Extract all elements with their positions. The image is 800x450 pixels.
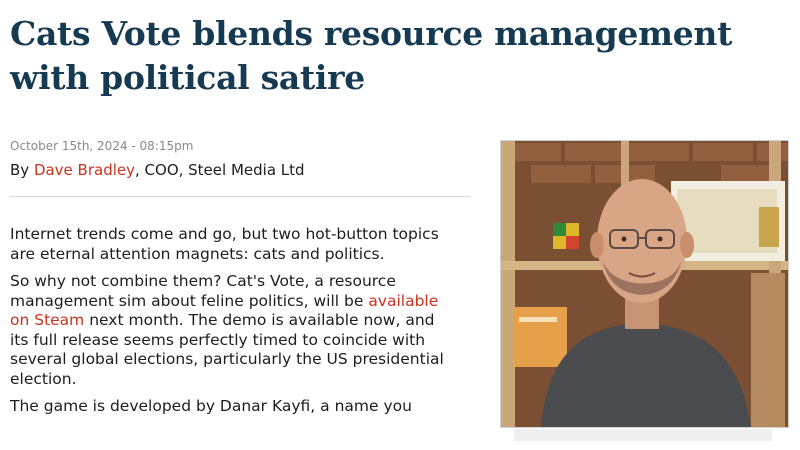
photo-caption-bar: [514, 429, 772, 441]
paragraph-3: The game is developed by Danar Kayfi, a …: [10, 397, 412, 415]
article-meta: October 15th, 2024 - 08:15pm By Dave Bra…: [10, 138, 470, 180]
article-body: Internet trends come and go, but two hot…: [10, 225, 450, 425]
article-title: Cats Vote blends resource management wit…: [10, 14, 733, 97]
byline-prefix: By: [10, 161, 34, 179]
author-link[interactable]: Dave Bradley: [34, 161, 135, 179]
author-photo: [500, 140, 789, 428]
paragraph-2-text-start: So why not combine them? Cat's Vote, a r…: [10, 272, 396, 310]
author-role: , COO, Steel Media Ltd: [135, 161, 305, 179]
paragraph-1: Internet trends come and go, but two hot…: [10, 225, 439, 263]
byline: By Dave Bradley, COO, Steel Media Ltd: [10, 160, 470, 180]
meta-divider: [10, 196, 470, 197]
paragraph-2: So why not combine them? Cat's Vote, a r…: [10, 272, 450, 389]
publish-date: October 15th, 2024 - 08:15pm: [10, 139, 194, 153]
